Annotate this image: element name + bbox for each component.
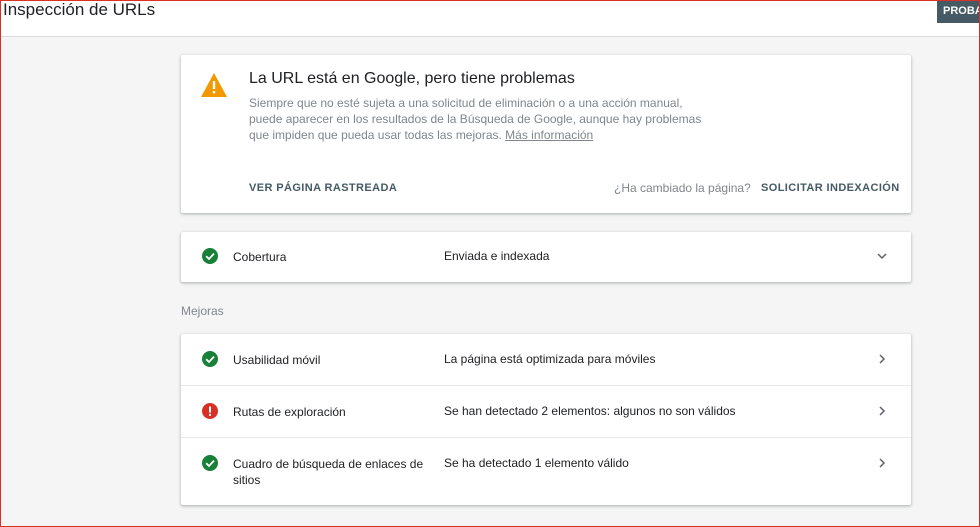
chevron-down-icon[interactable] (875, 249, 889, 263)
more-info-link[interactable]: Más información (505, 128, 593, 142)
error-circle-icon (202, 403, 218, 419)
chevron-right-icon[interactable] (875, 456, 889, 470)
coverage-row[interactable]: Cobertura Enviada e indexada (181, 232, 911, 282)
enhancements-section-label: Mejoras (181, 304, 224, 318)
enhancements-card: Usabilidad móvil La página está optimiza… (181, 334, 911, 505)
enhancement-value: Se han detectado 2 elementos: algunos no… (444, 404, 736, 418)
index-status-card: La URL está en Google, pero tiene proble… (181, 55, 911, 213)
check-circle-icon (202, 248, 218, 264)
enhancement-label: Rutas de exploración (233, 405, 346, 419)
page-title: Inspección de URLs (3, 0, 156, 19)
list-item[interactable]: Cuadro de búsqueda de enlaces de sitios … (181, 438, 911, 505)
coverage-label: Cobertura (233, 250, 287, 264)
coverage-value: Enviada e indexada (444, 249, 550, 263)
view-crawled-page-button[interactable]: VER PÁGINA RASTREADA (249, 182, 397, 194)
request-indexing-button[interactable]: SOLICITAR INDEXACIÓN (761, 182, 900, 194)
check-circle-icon (202, 455, 218, 471)
status-description-text: Siempre que no esté sujeta a una solicit… (249, 96, 702, 142)
enhancement-value: La página está optimizada para móviles (444, 352, 656, 366)
status-description: Siempre que no esté sujeta a una solicit… (249, 95, 719, 143)
warning-icon (201, 73, 227, 97)
enhancement-value: Se ha detectado 1 elemento válido (444, 456, 629, 470)
test-live-url-button[interactable]: PROBAR (937, 1, 979, 23)
check-circle-icon (202, 351, 218, 367)
coverage-card[interactable]: Cobertura Enviada e indexada (181, 232, 911, 282)
enhancement-label: Cuadro de búsqueda de enlaces de sitios (233, 457, 424, 487)
chevron-right-icon[interactable] (875, 352, 889, 366)
list-item[interactable]: Rutas de exploración Se han detectado 2 … (181, 386, 911, 438)
chevron-right-icon[interactable] (875, 404, 889, 418)
list-item[interactable]: Usabilidad móvil La página está optimiza… (181, 334, 911, 386)
status-headline: La URL está en Google, pero tiene proble… (249, 70, 575, 87)
page-changed-question: ¿Ha cambiado la página? (614, 181, 751, 195)
top-bar: Inspección de URLs PROBAR (1, 0, 979, 37)
enhancement-label: Usabilidad móvil (233, 353, 321, 367)
